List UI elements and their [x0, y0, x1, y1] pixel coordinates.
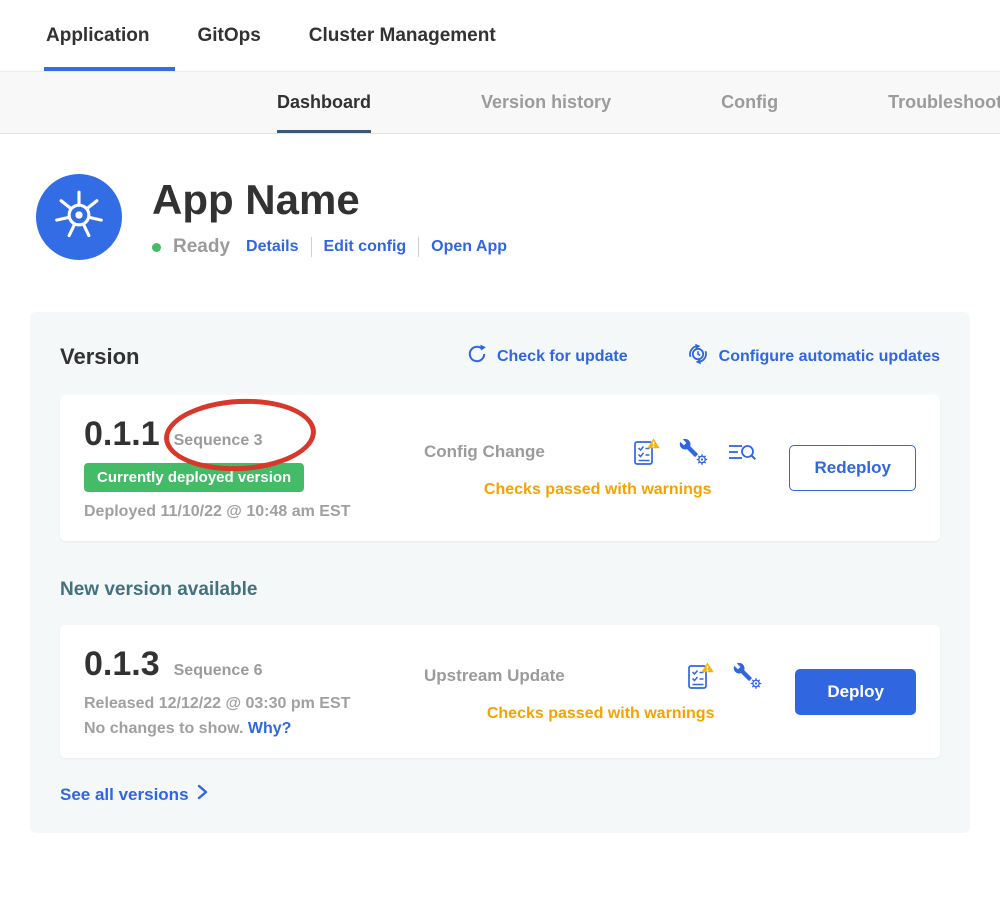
tab-config[interactable]: Config: [721, 72, 778, 133]
why-link[interactable]: Why?: [248, 720, 292, 737]
check-for-update-button[interactable]: Check for update: [466, 343, 628, 370]
currently-deployed-badge: Currently deployed version: [84, 463, 304, 492]
top-nav: Application GitOps Cluster Management: [0, 0, 1000, 72]
helm-wheel-icon: [52, 188, 106, 247]
sub-nav: Dashboard Version history Config Trouble…: [0, 72, 1000, 134]
top-nav-cluster-management[interactable]: Cluster Management: [309, 0, 496, 71]
current-version-card: 0.1.1 Sequence 3 Currently deployed vers…: [60, 395, 940, 541]
version-panel: Version Check for update: [30, 312, 970, 833]
config-wrench-gear-icon[interactable]: [679, 438, 709, 466]
divider: [311, 237, 312, 257]
current-version-source: Config Change: [424, 442, 545, 462]
chevron-right-icon: [197, 784, 208, 805]
new-version-card: 0.1.3 Sequence 6 Released 12/12/22 @ 03:…: [60, 625, 940, 758]
tab-version-history[interactable]: Version history: [481, 72, 611, 133]
check-for-update-label: Check for update: [497, 348, 628, 366]
preflight-checks-icon[interactable]: [685, 661, 715, 691]
redeploy-button[interactable]: Redeploy: [789, 445, 916, 491]
new-version-info: 0.1.3 Sequence 6 Released 12/12/22 @ 03:…: [84, 645, 416, 738]
configure-automatic-updates-button[interactable]: Configure automatic updates: [686, 342, 940, 371]
edit-config-link[interactable]: Edit config: [324, 238, 407, 256]
top-nav-gitops[interactable]: GitOps: [197, 0, 260, 71]
app-header: App Name Ready Details Edit config Open …: [0, 134, 1000, 260]
tab-dashboard[interactable]: Dashboard: [277, 72, 371, 133]
current-version-info: 0.1.1 Sequence 3 Currently deployed vers…: [84, 415, 416, 521]
checks-status-new: Checks passed with warnings: [424, 705, 777, 723]
status-row: Ready Details Edit config Open App: [152, 236, 507, 258]
see-all-versions-label: See all versions: [60, 785, 189, 805]
current-version-sequence: Sequence 3: [174, 432, 263, 450]
deployed-date: Deployed 11/10/22 @ 10:48 am EST: [84, 503, 416, 521]
no-changes-line: No changes to show. Why?: [84, 720, 416, 738]
deploy-button[interactable]: Deploy: [795, 669, 916, 715]
page-title: App Name: [152, 176, 507, 224]
refresh-icon: [466, 343, 488, 370]
open-app-link[interactable]: Open App: [431, 238, 507, 256]
new-version-sequence: Sequence 6: [174, 662, 263, 680]
new-version-checks: Upstream Update: [416, 645, 795, 738]
new-version-heading: New version available: [60, 579, 940, 601]
details-link[interactable]: Details: [246, 238, 298, 256]
current-version-checks: Config Change: [416, 415, 789, 521]
see-all-versions-link[interactable]: See all versions: [60, 784, 208, 805]
preflight-checks-icon[interactable]: [631, 437, 661, 467]
current-version-number: 0.1.1: [84, 415, 160, 454]
view-diff-icon[interactable]: [727, 439, 757, 465]
config-wrench-gear-icon[interactable]: [733, 662, 763, 690]
new-version-source: Upstream Update: [424, 666, 565, 686]
kubernetes-logo: [36, 174, 122, 260]
no-changes-text: No changes to show.: [84, 720, 243, 737]
version-panel-header: Version Check for update: [60, 342, 940, 371]
configure-automatic-updates-label: Configure automatic updates: [719, 348, 940, 366]
top-nav-application[interactable]: Application: [46, 0, 149, 71]
status-dot: [152, 243, 161, 252]
checks-status-current: Checks passed with warnings: [424, 481, 771, 499]
version-title: Version: [60, 344, 139, 370]
status-badge: Ready: [173, 236, 230, 258]
divider: [418, 237, 419, 257]
released-date: Released 12/12/22 @ 03:30 pm EST: [84, 695, 416, 713]
new-version-number: 0.1.3: [84, 645, 160, 684]
tab-troubleshoot[interactable]: Troubleshoot: [888, 72, 1000, 133]
clock-refresh-icon: [686, 342, 710, 371]
